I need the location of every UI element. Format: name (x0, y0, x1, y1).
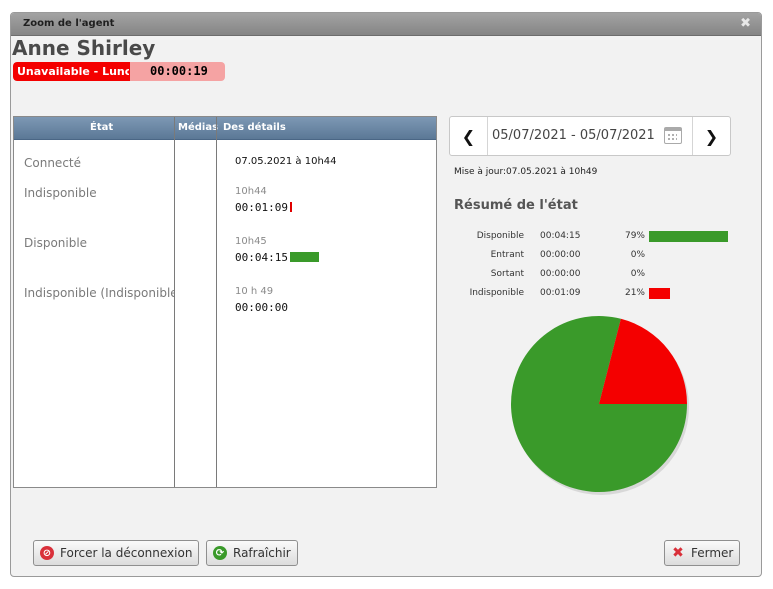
close-icon[interactable]: ✖ (740, 16, 751, 31)
column-divider (216, 117, 217, 487)
summary-row: Sortant 00:00:00 0% (440, 269, 740, 283)
grid-row-duration: 00:00:00 (235, 301, 288, 314)
summary-bar (649, 288, 670, 299)
grid-row-state: Connecté (24, 156, 81, 170)
status-timer: 00:00:19 (150, 64, 208, 78)
force-disconnect-button[interactable]: ⊘ Forcer la déconnexion (33, 540, 200, 566)
summary-duration: 00:00:00 (540, 250, 581, 260)
grid-header: État Médias Des détails (14, 117, 436, 140)
refresh-label: Rafraîchir (233, 546, 291, 560)
summary-row: Entrant 00:00:00 0% (440, 250, 740, 264)
state-grid: État Médias Des détails Connecté 07.05.2… (13, 116, 437, 488)
grid-row-duration: 00:04:15 (235, 251, 288, 264)
summary-duration: 00:01:09 (540, 288, 581, 298)
grid-row-time: 10 h 49 (235, 286, 274, 297)
grid-row-time: 10h45 (235, 236, 267, 247)
grid-row-time: 07.05.2021 à 10h44 (235, 156, 337, 167)
summary-label: Disponible (476, 231, 524, 241)
summary-label: Entrant (490, 250, 524, 260)
column-header-media[interactable]: Médias (178, 122, 218, 133)
refresh-icon: ⟳ (213, 546, 227, 560)
force-disconnect-label: Forcer la déconnexion (60, 546, 193, 560)
agent-name: Anne Shirley (12, 36, 156, 60)
dialog-title: Zoom de l'agent (23, 18, 115, 29)
column-header-details[interactable]: Des détails (223, 122, 286, 133)
grid-row-time: 10h44 (235, 186, 267, 197)
grid-row-duration: 00:01:09 (235, 201, 288, 214)
summary-row: Disponible 00:04:15 79% (440, 231, 740, 245)
calendar-icon[interactable] (664, 127, 682, 144)
summary-percent: 0% (630, 250, 645, 260)
duration-bar (290, 202, 292, 212)
summary-percent: 0% (630, 269, 645, 279)
summary-label: Sortant (490, 269, 524, 279)
summary-duration: 00:04:15 (540, 231, 581, 241)
close-x-icon: ✖ (672, 545, 684, 561)
summary-row: Indisponible 00:01:09 21% (440, 288, 740, 302)
duration-bar (290, 252, 319, 262)
status-label: Unavailable - Lunch (17, 65, 129, 78)
close-button[interactable]: ✖ Fermer (664, 540, 741, 566)
grid-row-state: Indisponible (Indisponible) (24, 286, 174, 300)
summary-bar (649, 231, 728, 242)
summary-duration: 00:00:00 (540, 269, 581, 279)
state-pie-chart (511, 316, 689, 495)
column-header-state[interactable]: État (90, 122, 113, 133)
summary-title: Résumé de l'état (454, 198, 578, 213)
block-icon: ⊘ (40, 546, 54, 560)
summary-label: Indisponible (469, 288, 524, 298)
chevron-right-icon[interactable]: ❯ (692, 117, 730, 155)
grid-row-state: Disponible (24, 236, 88, 250)
date-range-value[interactable]: 05/07/2021 - 05/07/2021 (492, 128, 655, 143)
close-label: Fermer (691, 546, 734, 560)
summary-percent: 21% (624, 288, 645, 298)
status-badge: Unavailable - Lunch 00:00:19 (13, 62, 225, 81)
summary-percent: 79% (624, 231, 645, 241)
title-bar: Zoom de l'agent ✖ (11, 13, 761, 36)
chevron-left-icon[interactable]: ❮ (450, 117, 488, 155)
column-divider (174, 117, 175, 487)
refresh-button[interactable]: ⟳ Rafraîchir (206, 540, 298, 566)
grid-row-state: Indisponible (24, 186, 97, 200)
last-updated: Mise à jour:07.05.2021 à 10h49 (454, 167, 598, 177)
date-range-picker: ❮ 05/07/2021 - 05/07/2021 ❯ (449, 116, 731, 156)
